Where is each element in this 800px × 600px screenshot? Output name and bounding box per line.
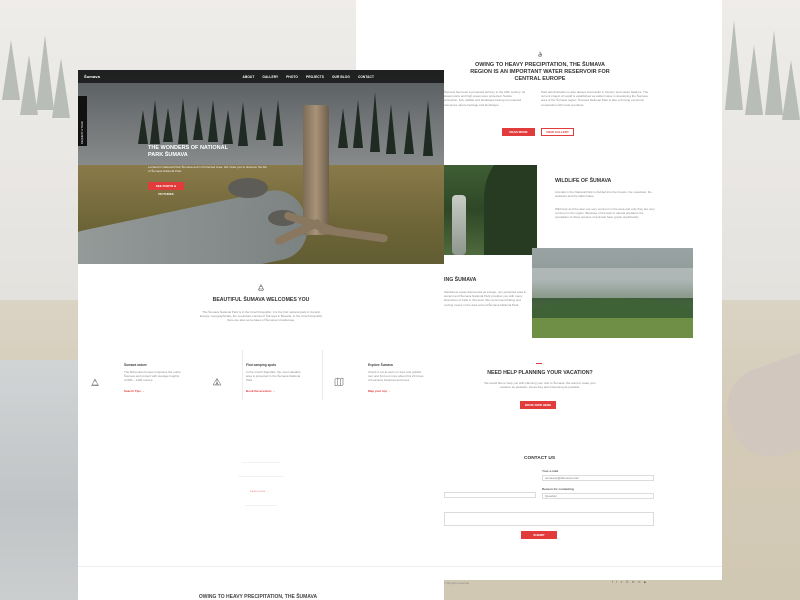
submit-button[interactable]: SUBMIT (521, 531, 557, 539)
waterfall (452, 195, 466, 255)
faded-learn-link[interactable]: Learn more → (250, 489, 269, 493)
top-navigation: Šumava ABOUT GALLERY PHOTO PROJECTS OUR … (78, 70, 444, 83)
hero-forest-tree (404, 110, 414, 154)
hero-forest-tree (178, 98, 188, 144)
hero-cta-button[interactable]: SEE PHOTO & PICTURES (148, 182, 184, 196)
welcome-title: BEAUTIFUL ŠUMAVA WELCOMES YOU (212, 297, 310, 303)
contact-title: CONTACT US (524, 456, 556, 461)
nav-links: ABOUT GALLERY PHOTO PROJECTS OUR BLOG CO… (243, 75, 374, 79)
read-more-button[interactable]: READ MORE (502, 128, 535, 136)
hero-forest-tree (150, 100, 160, 144)
hero-description: Located in National Park Šumava and in P… (148, 165, 267, 174)
feature-link[interactable]: Book Reservation → (246, 389, 275, 393)
hero-forest-tree (423, 100, 433, 156)
trekking-icon (91, 378, 99, 386)
valley-fog (532, 268, 693, 298)
message-textarea[interactable] (444, 512, 654, 526)
precipitation-text-col2: Park administration is also always succe… (541, 90, 649, 107)
hero-title: THE WONDERS OF NATIONAL PARK ŠUMAVA (148, 145, 228, 158)
hero-tree-stump (303, 105, 329, 235)
help-text: We would like to help you with planning … (484, 381, 596, 390)
boat-icon (537, 51, 543, 57)
faded-text-line (238, 476, 284, 477)
nav-item-projects[interactable]: PROJECTS (306, 75, 324, 79)
linkedin-icon[interactable]: in (632, 580, 634, 584)
help-title: NEED HELP PLANNING YOUR VACATION? (487, 370, 593, 376)
hero-forest-tree (273, 100, 283, 146)
wildlife-text-2: Wild boar and the deer are very common i… (555, 207, 655, 220)
valley-field (532, 318, 693, 338)
waterfall-image (444, 165, 537, 255)
valley-image (532, 248, 693, 338)
feature-divider (242, 350, 243, 400)
facebook-icon[interactable]: f (612, 580, 613, 584)
feature-link[interactable]: Search Tips → (124, 389, 145, 393)
email-label: Your e-mail (542, 469, 559, 473)
ship-icon (257, 284, 265, 291)
wildlife-text: Animals in the National Park is divided … (555, 190, 652, 199)
faded-text-line (245, 505, 277, 506)
nav-item-gallery[interactable]: GALLERY (262, 75, 278, 79)
help-accent-line (536, 363, 542, 364)
hero-forest-tree (238, 102, 248, 146)
feature-text: In the Czech Republic, the most valuable… (246, 370, 301, 383)
feature-text: Check it out at tours on trips and guide… (368, 370, 424, 383)
vimeo-icon[interactable]: v (621, 580, 623, 584)
faded-text-line (242, 462, 280, 463)
feature-link[interactable]: Map your trip → (368, 389, 391, 393)
feature-title: Explore Šumava (368, 363, 393, 367)
precipitation-title: OWING TO HEAVY PRECIPITATION, THE ŠUMAVA… (470, 62, 610, 82)
hero-forest-tree (163, 108, 173, 142)
view-gallery-button[interactable]: VIEW GALLERY (541, 128, 574, 136)
social-links: f t v G in ✉ ▶ (612, 580, 646, 584)
site-logo[interactable]: Šumava (84, 74, 100, 79)
reason-select[interactable]: Question (542, 493, 654, 499)
hiking-title: ING ŠUMAVA (444, 277, 477, 283)
tent-icon (212, 378, 222, 386)
hero-section: Šumava ABOUT GALLERY PHOTO PROJECTS OUR … (78, 70, 444, 264)
feature-divider (322, 350, 323, 400)
feature-text: The Bohemian Forest comprises the entire… (124, 370, 181, 383)
hero-forest-tree (353, 100, 363, 148)
google-plus-icon[interactable]: G (626, 580, 628, 584)
side-tab-label: REQUEST A TOUR (81, 121, 84, 144)
feature-title: Find camping spots (246, 363, 277, 367)
precipitation-text-col1: Šumava has been a protected territory in… (444, 90, 526, 107)
footer-divider (78, 566, 722, 567)
wildlife-title: WILDLIFE OF ŠUMAVA (555, 178, 612, 184)
feature-title: Šumava nature (124, 363, 147, 367)
section-title-echo: OWING TO HEAVY PRECIPITATION, THE ŠUMAVA (198, 594, 318, 600)
hiking-text: Sandstone areas discovered as a large, n… (444, 290, 527, 307)
youtube-icon[interactable]: ▶ (644, 580, 646, 584)
email-field[interactable]: someone@wherever.com (542, 475, 654, 481)
copyright: © All rights reserved (444, 581, 470, 585)
nav-item-about[interactable]: ABOUT (243, 75, 255, 79)
nav-item-contact[interactable]: CONTACT (358, 75, 374, 79)
nav-item-photo[interactable]: PHOTO (286, 75, 298, 79)
reason-label: Reason for contacting (542, 487, 574, 491)
hero-forest-tree (256, 106, 266, 140)
forest-ridge (484, 165, 537, 255)
hero-forest-tree (193, 106, 203, 140)
hero-forest-tree (338, 108, 348, 148)
welcome-text: The Šumava National Park is in the Czech… (199, 310, 323, 323)
hero-forest-tree (386, 104, 396, 154)
map-icon (334, 377, 344, 386)
nav-item-blog[interactable]: OUR BLOG (332, 75, 350, 79)
hero-forest-tree (208, 100, 218, 142)
hero-forest-tree (138, 110, 148, 144)
twitter-icon[interactable]: t (616, 580, 617, 584)
hero-forest-tree (223, 110, 233, 144)
book-now-button[interactable]: BOOK NOW HERE (520, 401, 556, 409)
hero-rock (228, 178, 268, 198)
side-request-tab[interactable]: REQUEST A TOUR (78, 96, 87, 146)
mail-icon[interactable]: ✉ (638, 580, 641, 584)
hero-forest-tree (370, 92, 380, 152)
name-field[interactable] (444, 492, 536, 498)
